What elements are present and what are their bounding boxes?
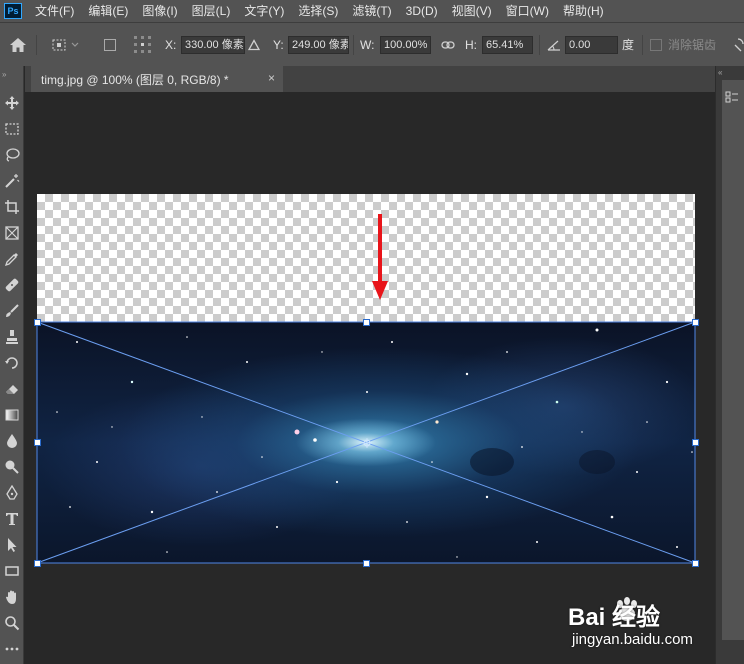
menu-type[interactable]: 文字(Y) bbox=[237, 0, 291, 22]
close-icon[interactable]: × bbox=[268, 71, 275, 85]
brush-tool-icon[interactable] bbox=[2, 301, 22, 321]
type-tool-icon[interactable] bbox=[2, 509, 22, 529]
rotate-angle-field[interactable]: 0.00 bbox=[565, 35, 618, 54]
menu-file[interactable]: 文件(F) bbox=[28, 0, 81, 22]
antialias-label: 消除锯齿 bbox=[668, 38, 717, 52]
move-tool-icon[interactable] bbox=[2, 93, 22, 113]
collapse-arrows-icon[interactable]: » bbox=[2, 70, 6, 79]
watermark-url: jingyan.baidu.com bbox=[572, 631, 693, 648]
panel-strip bbox=[722, 80, 744, 640]
menu-image[interactable]: 图像(I) bbox=[135, 0, 184, 22]
transform-handle-right[interactable] bbox=[692, 439, 699, 446]
warp-icon[interactable] bbox=[732, 23, 744, 66]
transform-handle-top[interactable] bbox=[363, 319, 370, 326]
transform-handle-left[interactable] bbox=[34, 439, 41, 446]
watermark-brand: Bai 经验 bbox=[568, 604, 661, 631]
magic-wand-tool-icon[interactable] bbox=[2, 171, 22, 191]
zoom-tool-icon[interactable] bbox=[2, 613, 22, 633]
transform-center-point[interactable] bbox=[362, 437, 372, 448]
height-field[interactable]: 65.41% bbox=[482, 35, 533, 54]
menu-edit[interactable]: 编辑(E) bbox=[81, 0, 135, 22]
menu-layer[interactable]: 图层(L) bbox=[185, 0, 238, 22]
crop-tool-icon[interactable] bbox=[2, 197, 22, 217]
rectangle-tool-icon[interactable] bbox=[2, 561, 22, 581]
antialias-checkbox[interactable] bbox=[650, 23, 662, 66]
transform-handle-bottom-left[interactable] bbox=[34, 560, 41, 567]
menu-view[interactable]: 视图(V) bbox=[445, 0, 499, 22]
marquee-tool-icon[interactable] bbox=[2, 119, 22, 139]
menu-select[interactable]: 选择(S) bbox=[291, 0, 345, 22]
document-tab-title: timg.jpg @ 100% (图层 0, RGB/8) * bbox=[41, 72, 229, 87]
menu-3d[interactable]: 3D(D) bbox=[399, 0, 445, 22]
reference-point-icon[interactable] bbox=[50, 23, 80, 66]
transform-handle-top-left[interactable] bbox=[34, 319, 41, 326]
transform-handle-bottom[interactable] bbox=[363, 560, 370, 567]
reference-point-checkbox[interactable] bbox=[104, 23, 116, 66]
relative-position-icon[interactable] bbox=[248, 23, 260, 66]
blur-tool-icon[interactable] bbox=[2, 431, 22, 451]
more-tools-icon[interactable] bbox=[2, 639, 22, 659]
menu-help[interactable]: 帮助(H) bbox=[556, 0, 611, 22]
gradient-tool-icon[interactable] bbox=[2, 405, 22, 425]
path-selection-tool-icon[interactable] bbox=[2, 535, 22, 555]
menu-window[interactable]: 窗口(W) bbox=[499, 0, 556, 22]
transparent-area bbox=[37, 194, 695, 322]
options-bar: X: 330.00 像素 Y: 249.00 像素 W: 100.00% H: … bbox=[0, 22, 744, 66]
clone-stamp-tool-icon[interactable] bbox=[2, 327, 22, 347]
photoshop-logo[interactable]: Ps bbox=[4, 3, 22, 19]
y-label: Y: bbox=[273, 37, 284, 52]
dodge-tool-icon[interactable] bbox=[2, 457, 22, 477]
hand-tool-icon[interactable] bbox=[2, 587, 22, 607]
width-label: W: bbox=[360, 37, 375, 52]
transform-handle-top-right[interactable] bbox=[692, 319, 699, 326]
frame-tool-icon[interactable] bbox=[2, 223, 22, 243]
healing-brush-tool-icon[interactable] bbox=[2, 275, 22, 295]
baidu-jingyan-watermark: Bai 经验 jingyan.baidu.com bbox=[560, 595, 740, 660]
document-tab[interactable]: timg.jpg @ 100% (图层 0, RGB/8) * × bbox=[31, 66, 283, 92]
transform-handle-bottom-right[interactable] bbox=[692, 560, 699, 567]
right-panel-dock: « bbox=[715, 66, 744, 664]
menu-filter[interactable]: 滤镜(T) bbox=[345, 0, 398, 22]
expand-arrows-icon[interactable]: « bbox=[718, 68, 722, 77]
link-icon[interactable] bbox=[441, 23, 455, 66]
menu-bar: Ps 文件(F) 编辑(E) 图像(I) 图层(L) 文字(Y) 选择(S) 滤… bbox=[0, 0, 744, 22]
reference-grid-icon[interactable] bbox=[132, 23, 154, 66]
x-position-field[interactable]: 330.00 像素 bbox=[181, 35, 245, 54]
eyedropper-tool-icon[interactable] bbox=[2, 249, 22, 269]
home-icon[interactable] bbox=[9, 23, 27, 66]
rotate-angle-icon bbox=[547, 23, 561, 66]
height-label: H: bbox=[465, 37, 477, 52]
tools-panel: » bbox=[0, 66, 24, 664]
eraser-tool-icon[interactable] bbox=[2, 379, 22, 399]
y-position-field[interactable]: 249.00 像素 bbox=[288, 35, 349, 54]
angle-unit-label: 度 bbox=[622, 38, 635, 52]
document-tab-bar: timg.jpg @ 100% (图层 0, RGB/8) * × bbox=[25, 66, 715, 92]
pen-tool-icon[interactable] bbox=[2, 483, 22, 503]
history-brush-tool-icon[interactable] bbox=[2, 353, 22, 373]
document-canvas[interactable] bbox=[25, 92, 715, 664]
x-label: X: bbox=[165, 37, 177, 52]
panel-icon[interactable] bbox=[725, 90, 739, 107]
lasso-tool-icon[interactable] bbox=[2, 145, 22, 165]
width-field[interactable]: 100.00% bbox=[380, 35, 431, 54]
